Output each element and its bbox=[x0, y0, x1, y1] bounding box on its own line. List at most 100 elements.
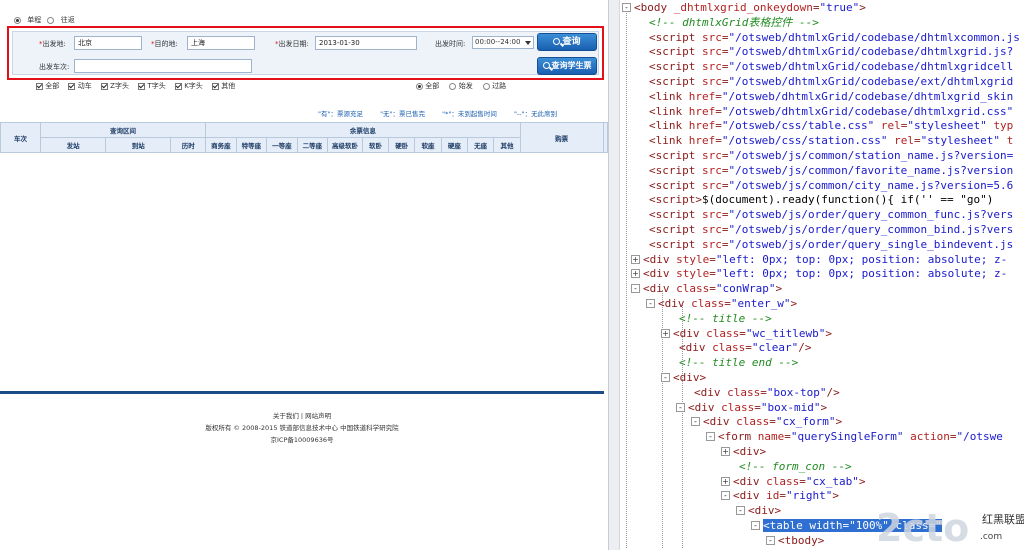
dom-node-line[interactable]: - <div id="right"> bbox=[721, 488, 839, 503]
dom-node-line[interactable]: <!-- dhtmlxGrid表格控件 --> bbox=[637, 15, 819, 30]
dom-node-line[interactable]: <!-- form_con --> bbox=[727, 459, 852, 474]
dom-node-line[interactable]: <link href="/otsweb/dhtmlxGrid/codebase/… bbox=[637, 89, 1013, 104]
devtools-dom-tree: - <body _dhtmlxgrid_onkeydown="true"> <!--… bbox=[620, 0, 1024, 550]
filter-t[interactable]: T字头 bbox=[138, 82, 166, 90]
dom-node-line[interactable]: <script src="/otsweb/js/order/query_comm… bbox=[637, 222, 1013, 237]
col-arrive-station: 到站 bbox=[105, 137, 172, 153]
radio-one-way[interactable] bbox=[14, 16, 21, 24]
dom-node-line[interactable]: + <div style="left: 0px; top: 0px; positi… bbox=[631, 266, 1007, 281]
collapse-icon[interactable]: - bbox=[631, 284, 640, 294]
dom-node-line[interactable]: + <div class="wc_titlewb"> bbox=[661, 326, 832, 341]
collapse-icon[interactable]: - bbox=[646, 299, 655, 308]
station-radio[interactable] bbox=[482, 82, 490, 90]
station-origin[interactable]: 始发 bbox=[449, 82, 473, 90]
to-station-input[interactable]: 上海 bbox=[187, 36, 255, 50]
pane-splitter[interactable] bbox=[608, 0, 620, 550]
footer-icp: 京ICP备10009636号 bbox=[270, 436, 334, 444]
dom-node-line[interactable]: + <div class="cx_tab"> bbox=[721, 474, 865, 489]
col-seat-type: 一等座 bbox=[266, 137, 298, 153]
dom-node-line[interactable]: - <div class="conWrap"> bbox=[631, 281, 782, 296]
student-ticket-button[interactable]: 查询学生票 bbox=[537, 57, 597, 75]
dom-node-line[interactable]: <script src="/otsweb/js/common/favorite_… bbox=[637, 163, 1013, 178]
legend-item: "--"：无此席别 bbox=[513, 110, 558, 118]
dom-node-line[interactable]: <div class="clear"/> bbox=[667, 340, 811, 355]
dom-node-line[interactable]: <script src="/otsweb/js/common/station_n… bbox=[637, 148, 1013, 163]
dom-node-line[interactable]: <link href="/otsweb/css/station.css" rel… bbox=[637, 133, 1013, 148]
search-icon bbox=[542, 62, 550, 69]
col-seat-type: 特等座 bbox=[235, 137, 268, 153]
dom-node-line[interactable]: - <div class="cx_form"> bbox=[691, 414, 842, 429]
filter-checkbox[interactable] bbox=[138, 82, 146, 90]
col-depart-station: 发站 bbox=[39, 137, 107, 153]
collapse-icon[interactable]: - bbox=[721, 491, 730, 501]
radio-round-trip[interactable] bbox=[47, 16, 55, 24]
dom-node-line[interactable]: <script src="/otsweb/js/common/city_name… bbox=[637, 178, 1013, 193]
dom-node-line[interactable]: - <div> bbox=[661, 370, 706, 385]
filter-checkbox[interactable] bbox=[36, 82, 43, 90]
dom-node-line[interactable]: <script src="/otsweb/dhtmlxGrid/codebase… bbox=[637, 30, 1020, 45]
expand-icon[interactable]: + bbox=[721, 476, 730, 486]
radio-one-way-label: 单程 bbox=[27, 16, 42, 24]
dom-node-line[interactable]: <script src="/otsweb/js/order/query_comm… bbox=[637, 207, 1013, 222]
expand-icon[interactable]: + bbox=[631, 269, 640, 279]
dom-node-line[interactable]: - <div class="box-mid"> bbox=[676, 400, 827, 415]
collapse-icon[interactable]: - bbox=[691, 417, 700, 427]
col-seat-type: 软座 bbox=[414, 137, 442, 153]
dom-node-line[interactable]: <link href="/otsweb/css/table.css" rel="… bbox=[637, 118, 1013, 133]
dom-node-line[interactable]: + <div> bbox=[721, 444, 766, 459]
time-label: 出发时间: bbox=[435, 40, 466, 48]
dom-node-line[interactable]: <div class="box-top"/> bbox=[682, 385, 840, 400]
filter-k[interactable]: K字头 bbox=[174, 82, 203, 90]
expand-icon[interactable]: + bbox=[631, 254, 640, 264]
dom-node-line[interactable]: <script src="/otsweb/dhtmlxGrid/codebase… bbox=[637, 59, 1013, 74]
query-button[interactable]: 查询 bbox=[537, 33, 597, 51]
collapse-icon[interactable]: - bbox=[751, 521, 760, 530]
station-passing[interactable]: 过路 bbox=[482, 82, 506, 90]
expand-icon[interactable]: + bbox=[721, 447, 730, 456]
dom-node-line[interactable]: <!-- title end --> bbox=[667, 355, 798, 370]
dom-node-line[interactable]: - <tbody> bbox=[766, 533, 824, 548]
filter-checkbox[interactable] bbox=[100, 82, 108, 90]
dom-node-line[interactable]: <script src="/otsweb/dhtmlxGrid/codebase… bbox=[637, 74, 1013, 89]
collapse-icon[interactable]: - bbox=[622, 3, 631, 12]
dom-node-line[interactable]: + <div style="left: 0px; top: 0px; positi… bbox=[631, 252, 1007, 267]
dom-node-line[interactable]: <script src="/otsweb/dhtmlxGrid/codebase… bbox=[637, 44, 1013, 59]
dom-node-line[interactable]: - <div> bbox=[736, 503, 781, 518]
svg-text:2cto: 2cto bbox=[876, 506, 969, 550]
footer-link-statement[interactable]: 网站声明 bbox=[305, 412, 331, 420]
col-spacer bbox=[602, 122, 608, 153]
train-no-input[interactable] bbox=[74, 59, 252, 73]
expand-icon[interactable]: + bbox=[661, 328, 670, 338]
date-input[interactable]: 2013-01-30 bbox=[315, 36, 417, 50]
time-select[interactable]: 00:00--24:00 bbox=[472, 36, 534, 49]
dom-node-line[interactable]: - <form name="querySingleForm" action="/o… bbox=[706, 429, 1003, 444]
from-station-input[interactable]: 北京 bbox=[74, 36, 142, 50]
collapse-icon[interactable]: - bbox=[706, 432, 715, 442]
dom-node-line[interactable]: <script>$(document).ready(function(){ if… bbox=[637, 192, 993, 207]
station-radio[interactable] bbox=[449, 82, 457, 90]
station-type-filters: 全部 始发 过路 bbox=[416, 81, 514, 91]
col-train-no: 车次 bbox=[0, 122, 41, 153]
dom-node-line[interactable]: <link href="/otsweb/dhtmlxGrid/codebase/… bbox=[637, 104, 1013, 119]
dom-node-line[interactable]: <script src="/otsweb/js/order/query_sing… bbox=[637, 237, 1013, 252]
query-button-label: 查询 bbox=[562, 37, 581, 47]
dom-node-line[interactable]: - <body _dhtmlxgrid_onkeydown="true"> bbox=[622, 0, 866, 15]
collapse-icon[interactable]: - bbox=[676, 402, 685, 412]
filter-checkbox[interactable] bbox=[68, 82, 76, 90]
footer-link-about[interactable]: 关于我们 bbox=[273, 412, 299, 420]
station-radio[interactable] bbox=[416, 82, 423, 90]
dom-node-line[interactable]: <!-- title --> bbox=[667, 311, 772, 326]
filter-checkbox[interactable] bbox=[174, 82, 182, 90]
svg-text:红黑联盟: 红黑联盟 bbox=[982, 513, 1024, 526]
collapse-icon[interactable]: - bbox=[766, 535, 775, 545]
filter-other[interactable]: 其他 bbox=[212, 82, 235, 90]
station-all[interactable]: 全部 bbox=[416, 82, 439, 90]
collapse-icon[interactable]: - bbox=[661, 373, 670, 382]
filter-all[interactable]: 全部 bbox=[36, 82, 59, 90]
collapse-icon[interactable]: - bbox=[736, 506, 745, 516]
watermark-logo: 2cto 红黑联盟 .com bbox=[876, 506, 1024, 550]
filter-d[interactable]: 动车 bbox=[68, 82, 92, 90]
filter-checkbox[interactable] bbox=[212, 82, 220, 90]
dom-node-line[interactable]: - <div class="enter_w"> bbox=[646, 296, 797, 311]
filter-z[interactable]: Z字头 bbox=[100, 82, 129, 90]
